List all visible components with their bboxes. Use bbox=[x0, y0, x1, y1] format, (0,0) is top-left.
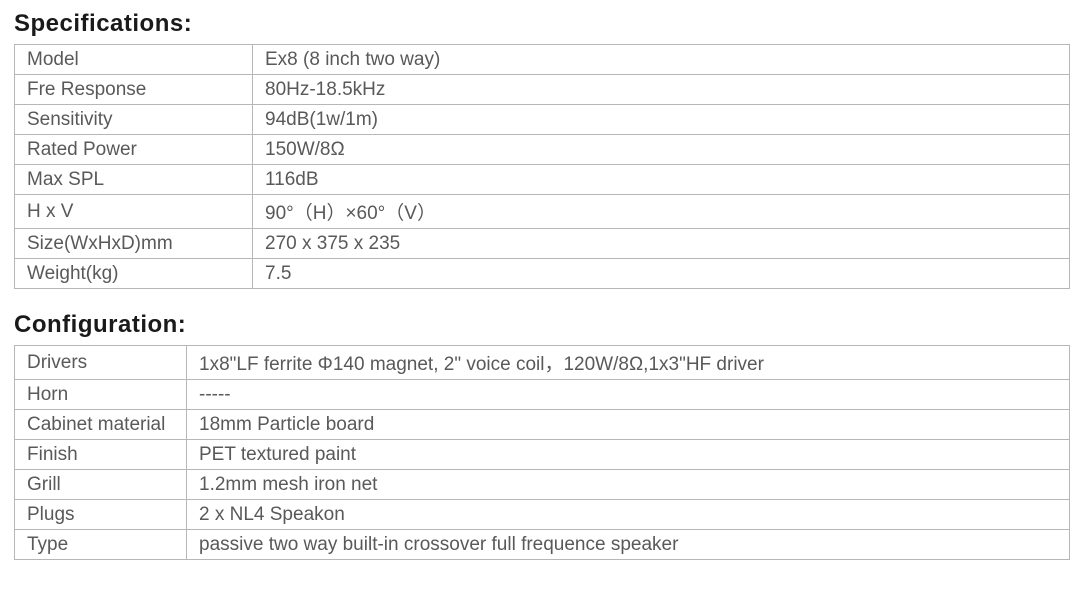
spec-label: Model bbox=[15, 45, 253, 75]
spec-label: Max SPL bbox=[15, 165, 253, 195]
cfg-value: 1x8"LF ferrite Φ140 magnet, 2" voice coi… bbox=[187, 346, 1070, 380]
cfg-label: Cabinet material bbox=[15, 410, 187, 440]
cfg-value: PET textured paint bbox=[187, 440, 1070, 470]
configuration-heading: Configuration: bbox=[14, 311, 1070, 339]
cfg-value: ----- bbox=[187, 380, 1070, 410]
spec-value: 94dB(1w/1m) bbox=[253, 105, 1070, 135]
spec-value: 90°（H）×60°（V） bbox=[253, 195, 1070, 229]
table-row: Size(WxHxD)mm270 x 375 x 235 bbox=[15, 229, 1070, 259]
cfg-value: 2 x NL4 Speakon bbox=[187, 500, 1070, 530]
spec-value: 80Hz-18.5kHz bbox=[253, 75, 1070, 105]
cfg-label: Grill bbox=[15, 470, 187, 500]
table-row: FinishPET textured paint bbox=[15, 440, 1070, 470]
cfg-value: passive two way built-in crossover full … bbox=[187, 530, 1070, 560]
spec-value: Ex8 (8 inch two way) bbox=[253, 45, 1070, 75]
spec-label: Weight(kg) bbox=[15, 259, 253, 289]
configuration-table: Drivers1x8"LF ferrite Φ140 magnet, 2" vo… bbox=[14, 345, 1070, 560]
specifications-table: ModelEx8 (8 inch two way) Fre Response80… bbox=[14, 44, 1070, 289]
table-row: Typepassive two way built-in crossover f… bbox=[15, 530, 1070, 560]
spec-value: 116dB bbox=[253, 165, 1070, 195]
cfg-value: 1.2mm mesh iron net bbox=[187, 470, 1070, 500]
table-row: Cabinet material18mm Particle board bbox=[15, 410, 1070, 440]
cfg-label: Type bbox=[15, 530, 187, 560]
spec-label: Sensitivity bbox=[15, 105, 253, 135]
table-row: Plugs2 x NL4 Speakon bbox=[15, 500, 1070, 530]
spec-label: H x V bbox=[15, 195, 253, 229]
table-row: Max SPL116dB bbox=[15, 165, 1070, 195]
cfg-label: Finish bbox=[15, 440, 187, 470]
table-row: Grill1.2mm mesh iron net bbox=[15, 470, 1070, 500]
table-row: Horn----- bbox=[15, 380, 1070, 410]
table-row: Sensitivity94dB(1w/1m) bbox=[15, 105, 1070, 135]
spec-value: 270 x 375 x 235 bbox=[253, 229, 1070, 259]
spec-label: Size(WxHxD)mm bbox=[15, 229, 253, 259]
table-row: ModelEx8 (8 inch two way) bbox=[15, 45, 1070, 75]
table-row: Fre Response80Hz-18.5kHz bbox=[15, 75, 1070, 105]
table-row: Rated Power150W/8Ω bbox=[15, 135, 1070, 165]
table-row: Weight(kg)7.5 bbox=[15, 259, 1070, 289]
cfg-value: 18mm Particle board bbox=[187, 410, 1070, 440]
spec-value: 150W/8Ω bbox=[253, 135, 1070, 165]
specifications-heading: Specifications: bbox=[14, 10, 1070, 38]
spec-value: 7.5 bbox=[253, 259, 1070, 289]
cfg-label: Plugs bbox=[15, 500, 187, 530]
spec-label: Rated Power bbox=[15, 135, 253, 165]
table-row: Drivers1x8"LF ferrite Φ140 magnet, 2" vo… bbox=[15, 346, 1070, 380]
table-row: H x V90°（H）×60°（V） bbox=[15, 195, 1070, 229]
spec-label: Fre Response bbox=[15, 75, 253, 105]
cfg-label: Drivers bbox=[15, 346, 187, 380]
cfg-label: Horn bbox=[15, 380, 187, 410]
